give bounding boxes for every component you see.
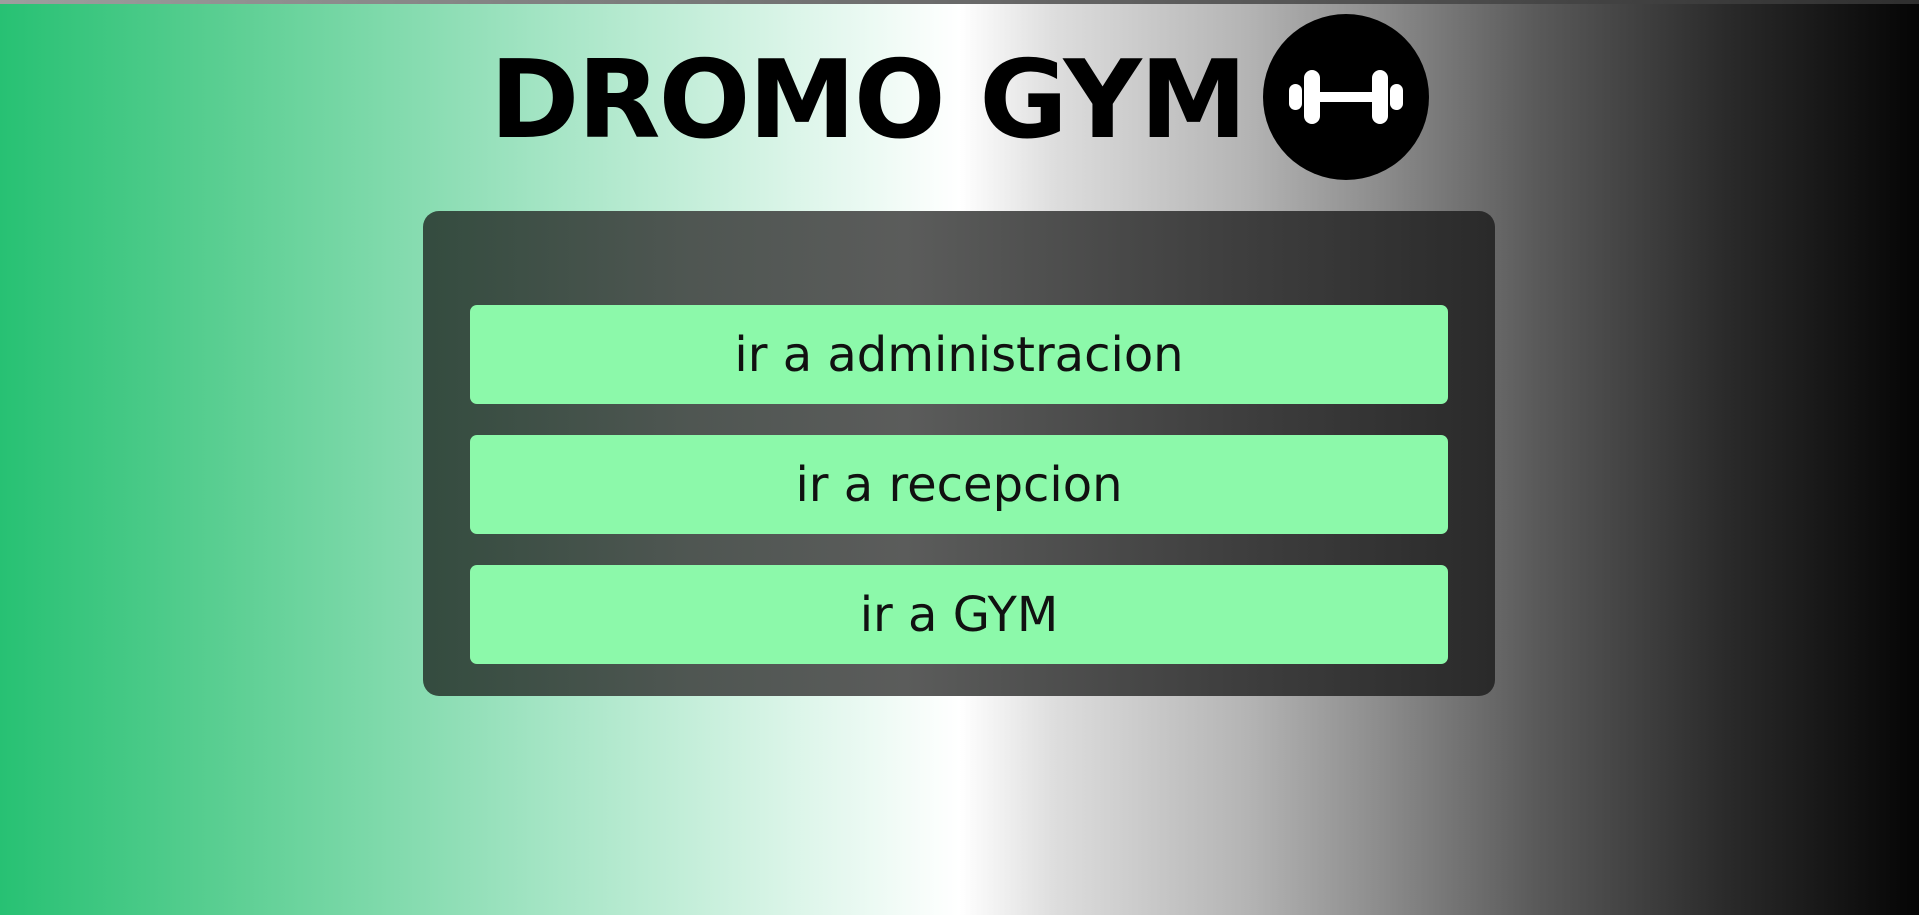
page-header: DROMO GYM [0,14,1919,180]
go-to-administration-button[interactable]: ir a administracion [470,305,1448,404]
page-title: DROMO GYM [489,38,1247,163]
go-to-reception-button[interactable]: ir a recepcion [470,435,1448,534]
go-to-gym-button[interactable]: ir a GYM [470,565,1448,664]
dumbbell-icon [1263,14,1430,180]
dumbbell-icon-graphic [1289,70,1404,124]
window-top-border [0,0,1919,4]
navigation-panel: ir a administracion ir a recepcion ir a … [423,211,1495,696]
